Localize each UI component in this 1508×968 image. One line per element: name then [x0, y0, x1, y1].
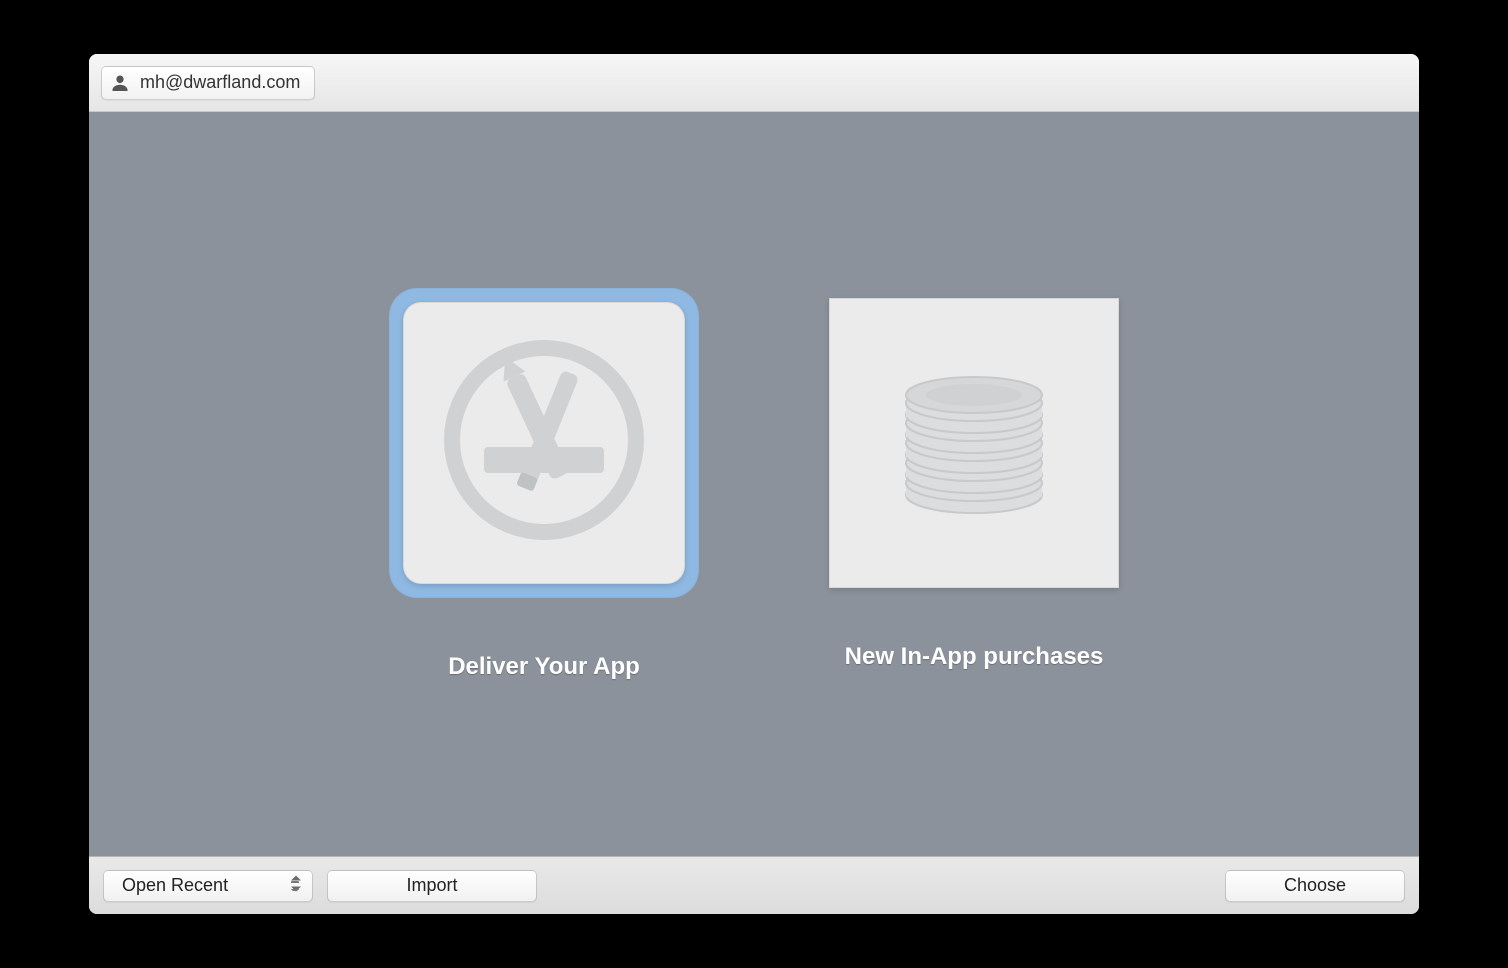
tile-selection-ring	[389, 288, 699, 598]
option-label: New In-App purchases	[845, 643, 1104, 671]
import-label: Import	[406, 875, 457, 896]
choose-button[interactable]: Choose	[1225, 870, 1405, 902]
tile	[403, 302, 685, 584]
titlebar: mh@dwarfland.com	[89, 54, 1419, 112]
account-chip[interactable]: mh@dwarfland.com	[101, 66, 315, 100]
account-email: mh@dwarfland.com	[140, 72, 300, 93]
content-area: Deliver Your App	[89, 112, 1419, 856]
choose-label: Choose	[1284, 875, 1346, 896]
option-deliver-your-app[interactable]: Deliver Your App	[389, 288, 699, 681]
chevron-updown-icon	[290, 875, 302, 896]
tile	[829, 298, 1119, 588]
option-new-in-app-purchases[interactable]: New In-App purchases	[829, 298, 1119, 671]
app-store-icon	[429, 325, 659, 560]
open-recent-label: Open Recent	[122, 875, 228, 896]
open-recent-popup[interactable]: Open Recent	[103, 870, 313, 902]
import-button[interactable]: Import	[327, 870, 537, 902]
coins-icon	[869, 335, 1079, 550]
tile-selection-ring	[829, 298, 1119, 588]
application-loader-window: mh@dwarfland.com	[89, 54, 1419, 914]
option-label: Deliver Your App	[448, 653, 640, 681]
user-icon	[110, 73, 130, 93]
footer-bar: Open Recent Import Choose	[89, 856, 1419, 914]
